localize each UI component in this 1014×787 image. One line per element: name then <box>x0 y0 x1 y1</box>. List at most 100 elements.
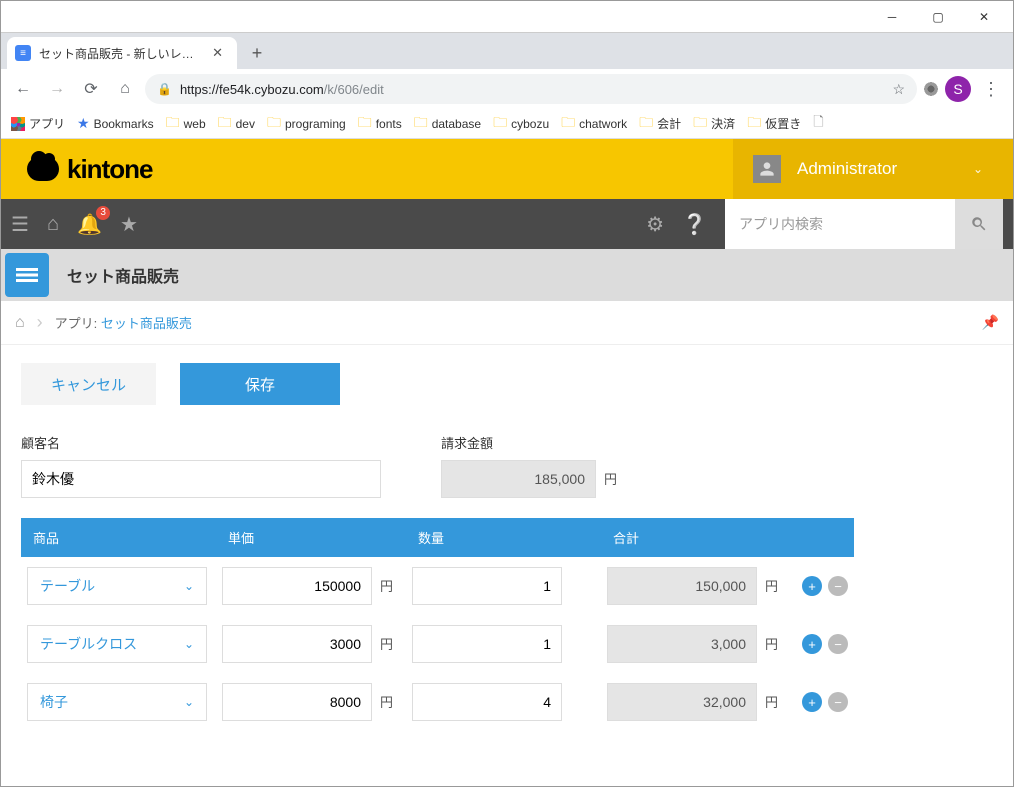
customer-field: 顧客名 <box>21 433 381 498</box>
delete-row-button[interactable]: − <box>828 692 848 712</box>
reload-button[interactable]: ⟳ <box>77 75 105 103</box>
kintone-logo[interactable]: kintone <box>27 154 152 185</box>
pin-icon[interactable]: 📌 <box>982 314 999 331</box>
qty-input[interactable] <box>412 683 562 721</box>
product-dropdown[interactable]: テーブル⌄ <box>27 567 207 605</box>
breadcrumb-text: アプリ: セット商品販売 <box>55 313 192 332</box>
line-items-table: 商品 単価 数量 合計 テーブル⌄円円+−テーブルクロス⌄円円+−椅子⌄円円+− <box>21 518 854 731</box>
bookmark-folder[interactable]: 🗀会計 <box>639 112 681 136</box>
add-row-button[interactable]: + <box>802 576 822 596</box>
currency-unit: 円 <box>380 579 393 594</box>
breadcrumb-separator-icon: › <box>37 312 43 333</box>
product-dropdown[interactable]: テーブルクロス⌄ <box>27 625 207 663</box>
new-tab-button[interactable]: + <box>243 39 271 67</box>
customer-label: 顧客名 <box>21 433 381 452</box>
product-value: テーブルクロス <box>40 634 137 654</box>
record-edit-content: キャンセル 保存 顧客名 請求金額 円 商品 単価 数量 合計 テーブル⌄円円+… <box>1 345 1013 749</box>
col-qty: 数量 <box>406 518 601 557</box>
lock-icon: 🔒 <box>157 82 172 96</box>
bookmark-folder[interactable]: 🗀chatwork <box>561 112 627 136</box>
notifications-icon[interactable]: 🔔3 <box>77 212 102 237</box>
extension-icon[interactable] <box>923 81 939 97</box>
help-icon[interactable]: ❔ <box>682 212 707 237</box>
folder-icon: 🗀 <box>747 112 761 136</box>
app-search <box>725 199 1003 249</box>
breadcrumb-link[interactable]: セット商品販売 <box>101 316 192 331</box>
cancel-button[interactable]: キャンセル <box>21 363 156 405</box>
col-unit-price: 単価 <box>216 518 406 557</box>
bookmark-folder[interactable]: 🗀cybozu <box>493 112 549 136</box>
unit-price-input[interactable] <box>222 625 372 663</box>
star-icon: ★ <box>77 115 90 132</box>
folder-icon: 🗀 <box>218 112 232 136</box>
unit-price-input[interactable] <box>222 683 372 721</box>
currency-unit: 円 <box>380 637 393 652</box>
add-row-button[interactable]: + <box>802 634 822 654</box>
bookmark-bar: アプリ ★Bookmarks 🗀web 🗀dev 🗀programing 🗀fo… <box>1 109 1013 139</box>
bookmark-folder[interactable]: 🗀dev <box>218 112 255 136</box>
product-value: 椅子 <box>40 692 68 712</box>
bookmark-folder[interactable]: 🗀仮置き <box>747 112 801 136</box>
window-minimize-button[interactable]: ─ <box>869 2 915 32</box>
back-button[interactable]: ← <box>9 75 37 103</box>
apps-shortcut[interactable]: アプリ <box>11 115 65 132</box>
bookmark-star-icon[interactable]: ☆ <box>892 81 905 98</box>
currency-unit: 円 <box>765 579 778 594</box>
qty-input[interactable] <box>412 567 562 605</box>
address-bar[interactable]: 🔒 https://fe54k.cybozu.com/k/606/edit ☆ <box>145 74 917 104</box>
folder-icon: 🗀 <box>267 112 281 136</box>
add-row-button[interactable]: + <box>802 692 822 712</box>
folder-icon: 🗀 <box>639 112 653 136</box>
window-maximize-button[interactable]: ▢ <box>915 2 961 32</box>
delete-row-button[interactable]: − <box>828 634 848 654</box>
bookmark-folder[interactable]: 🗀programing <box>267 112 346 136</box>
delete-row-button[interactable]: − <box>828 576 848 596</box>
user-menu[interactable]: Administrator ⌄ <box>733 139 1013 199</box>
search-input[interactable] <box>725 199 955 249</box>
table-row: テーブル⌄ 円 円 +− <box>21 557 854 615</box>
total-field: 請求金額 円 <box>441 433 617 498</box>
cloud-icon <box>27 157 59 181</box>
avatar-icon <box>753 155 781 183</box>
bookmark-folder[interactable]: 🗀決済 <box>693 112 735 136</box>
folder-icon: 🗀 <box>561 112 575 136</box>
currency-unit: 円 <box>604 472 617 487</box>
bookmarks-link[interactable]: ★Bookmarks <box>77 115 154 132</box>
forward-button[interactable]: → <box>43 75 71 103</box>
notif-badge: 3 <box>96 206 110 220</box>
bookmark-folder[interactable]: 🗀fonts <box>358 112 402 136</box>
folder-icon: 🗀 <box>166 112 180 136</box>
bookmark-folder[interactable]: 🗀web <box>166 112 206 136</box>
breadcrumb-home-icon[interactable]: ⌂ <box>15 314 25 332</box>
tab-close-icon[interactable]: ✕ <box>208 43 227 63</box>
breadcrumb: ⌂ › アプリ: セット商品販売 📌 <box>1 301 1013 345</box>
portal-home-icon[interactable]: ⌂ <box>47 213 59 236</box>
bookmark-folder[interactable]: 🗀database <box>414 112 481 136</box>
browser-menu-button[interactable]: ⋮ <box>977 79 1005 100</box>
customer-input[interactable] <box>21 460 381 498</box>
currency-unit: 円 <box>380 695 393 710</box>
browser-tabstrip: ≡ セット商品販売 - 新しいレコード ✕ + <box>1 33 1013 69</box>
col-subtotal: 合計 <box>601 518 796 557</box>
qty-input[interactable] <box>412 625 562 663</box>
currency-unit: 円 <box>765 695 778 710</box>
profile-avatar[interactable]: S <box>945 76 971 102</box>
kintone-header: kintone Administrator ⌄ <box>1 139 1013 199</box>
unit-price-input[interactable] <box>222 567 372 605</box>
logo-text: kintone <box>67 154 152 185</box>
product-dropdown[interactable]: 椅子⌄ <box>27 683 207 721</box>
search-button[interactable] <box>955 199 1003 249</box>
url-text: https://fe54k.cybozu.com/k/606/edit <box>180 82 884 97</box>
window-close-button[interactable]: ✕ <box>961 2 1007 32</box>
folder-icon: 🗀 <box>693 112 707 136</box>
menu-icon[interactable]: ☰ <box>11 212 29 237</box>
window-titlebar: ─ ▢ ✕ <box>1 1 1013 33</box>
favorite-star-icon[interactable]: ★ <box>120 212 138 237</box>
browser-tab[interactable]: ≡ セット商品販売 - 新しいレコード ✕ <box>7 37 237 69</box>
bookmark-page[interactable]: 🗋 <box>813 113 823 135</box>
folder-icon: 🗀 <box>493 112 507 136</box>
settings-gear-icon[interactable]: ⚙ <box>646 212 664 237</box>
save-button[interactable]: 保存 <box>180 363 340 405</box>
app-tile-icon[interactable] <box>5 253 49 297</box>
home-button[interactable]: ⌂ <box>111 75 139 103</box>
